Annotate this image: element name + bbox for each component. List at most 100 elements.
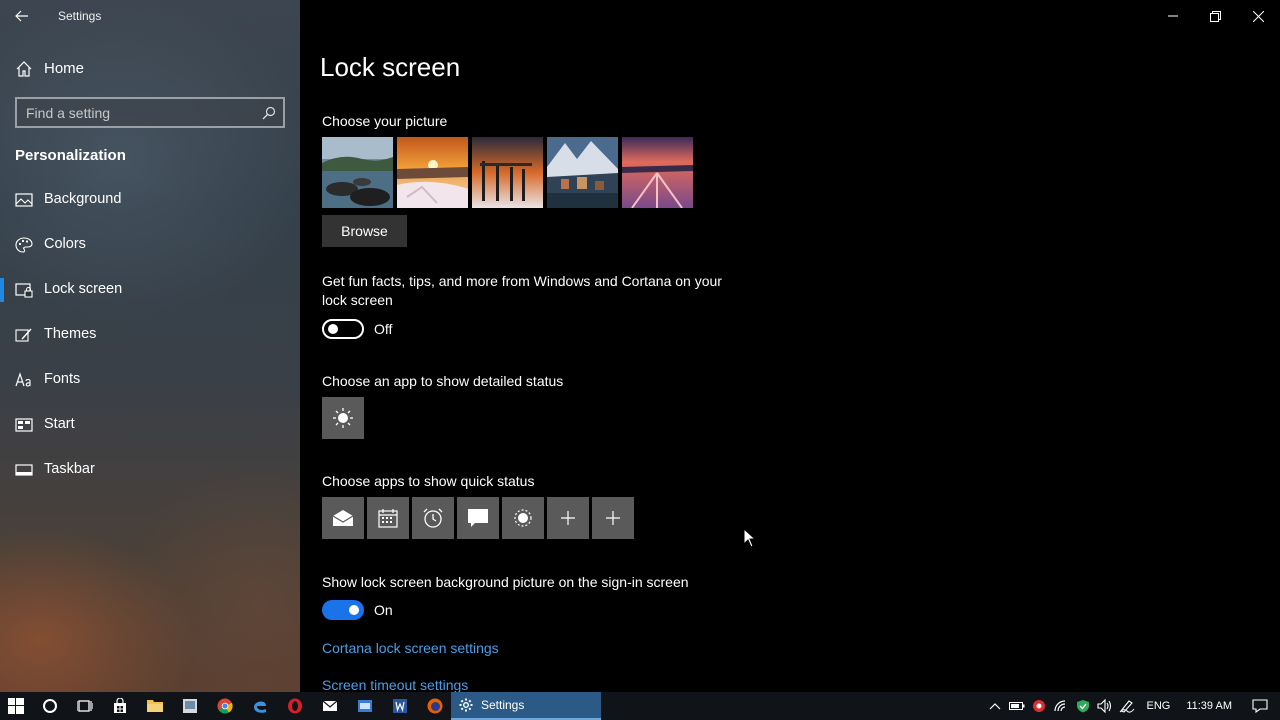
quick-status-message-button[interactable] <box>457 497 499 539</box>
input-language[interactable]: ENG <box>1138 700 1178 712</box>
close-button[interactable] <box>1237 0 1280 32</box>
cortana-icon <box>42 699 57 713</box>
palette-icon <box>15 237 33 253</box>
lock-screen-icon <box>15 283 33 298</box>
word-button[interactable] <box>382 692 417 720</box>
photos-app-button[interactable] <box>172 692 207 720</box>
chrome-button[interactable] <box>207 692 242 720</box>
sidebar-item-label: Start <box>44 416 75 432</box>
minimize-icon <box>1167 15 1178 17</box>
picture-thumbnail[interactable] <box>472 137 543 208</box>
screen-timeout-settings-link[interactable]: Screen timeout settings <box>322 677 468 692</box>
fun-facts-state: Off <box>374 321 393 337</box>
quick-status-weather-button[interactable] <box>502 497 544 539</box>
volume-button[interactable] <box>1094 692 1116 720</box>
taskbar-settings-label: Settings <box>481 698 525 712</box>
store-app-button[interactable] <box>102 692 137 720</box>
chrome-icon <box>217 698 233 714</box>
sidebar-item-label: Background <box>44 191 122 207</box>
back-button[interactable] <box>8 4 36 28</box>
picture-thumbnails <box>322 137 693 208</box>
wifi-button[interactable] <box>1050 692 1072 720</box>
security-app-icon <box>1033 700 1046 712</box>
search-box[interactable] <box>15 97 285 128</box>
sidebar-item-label: Taskbar <box>44 461 95 477</box>
task-view-icon <box>76 700 93 712</box>
opera-icon <box>287 698 302 714</box>
sidebar-item-home[interactable]: Home <box>0 52 300 84</box>
add-icon <box>606 511 620 525</box>
fun-facts-description: Get fun facts, tips, and more from Windo… <box>322 273 722 308</box>
quick-status-mail-button[interactable] <box>322 497 364 539</box>
choose-picture-label: Choose your picture <box>322 113 448 129</box>
detailed-status-app-button[interactable] <box>322 397 364 439</box>
mouse-cursor-icon <box>743 528 757 548</box>
pen-ink-button[interactable] <box>1116 692 1138 720</box>
sidebar-item-fonts[interactable]: Fonts <box>0 362 300 407</box>
notification-icon <box>1252 699 1268 713</box>
browse-button[interactable]: Browse <box>322 215 407 247</box>
mail-icon <box>322 700 337 711</box>
restore-button[interactable] <box>1194 0 1237 32</box>
font-icon <box>15 372 31 387</box>
sidebar-item-themes[interactable]: Themes <box>0 317 300 362</box>
quick-status-label: Choose apps to show quick status <box>322 473 535 489</box>
picture-thumbnail[interactable] <box>397 137 468 208</box>
quick-status-add-button[interactable] <box>592 497 634 539</box>
sidebar-item-taskbar[interactable]: Taskbar <box>0 452 300 497</box>
action-center-button[interactable] <box>1240 692 1280 720</box>
quick-status-alarm-button[interactable] <box>412 497 454 539</box>
opera-button[interactable] <box>277 692 312 720</box>
show-hidden-icons-button[interactable] <box>984 692 1006 720</box>
signin-background-state: On <box>374 602 393 618</box>
picture-thumbnail[interactable] <box>547 137 618 208</box>
picture-thumbnail[interactable] <box>322 137 393 208</box>
sidebar-item-label: Themes <box>44 326 97 342</box>
home-icon <box>16 61 32 77</box>
taskbar-settings-app[interactable]: Settings <box>451 692 601 720</box>
image-icon <box>15 193 33 207</box>
lake-rocks-image <box>322 137 393 208</box>
search-icon[interactable] <box>262 106 276 120</box>
search-input[interactable] <box>17 99 252 126</box>
start-icon <box>15 418 33 432</box>
sidebar-item-background[interactable]: Background <box>0 182 300 227</box>
add-icon <box>561 511 575 525</box>
brush-icon <box>15 328 32 342</box>
cortana-button[interactable] <box>32 692 67 720</box>
edge-button[interactable] <box>242 692 277 720</box>
signin-background-label: Show lock screen background picture on t… <box>322 574 689 590</box>
shield-icon <box>1077 700 1090 713</box>
sidebar-item-lock-screen[interactable]: Lock screen <box>0 272 300 317</box>
picture-thumbnail[interactable] <box>622 137 693 208</box>
sidebar-item-start[interactable]: Start <box>0 407 300 452</box>
firefox-button[interactable] <box>417 692 452 720</box>
start-button[interactable] <box>0 692 32 720</box>
fun-facts-toggle[interactable] <box>322 319 364 339</box>
back-arrow-icon <box>15 10 28 22</box>
clock[interactable]: 11:39 AM <box>1178 700 1240 712</box>
folder-icon <box>146 700 163 712</box>
weather-icon <box>514 509 532 527</box>
defender-button[interactable] <box>1072 692 1094 720</box>
tray-app-button[interactable] <box>1028 692 1050 720</box>
chevron-up-icon <box>990 703 1001 710</box>
calendar-icon <box>378 509 398 528</box>
app-button[interactable] <box>347 692 382 720</box>
cortana-lock-screen-settings-link[interactable]: Cortana lock screen settings <box>322 640 499 656</box>
quick-status-calendar-button[interactable] <box>367 497 409 539</box>
taskbar: Settings ENG 11:39 AM <box>0 692 1280 720</box>
file-explorer-button[interactable] <box>137 692 172 720</box>
quick-status-add-button[interactable] <box>547 497 589 539</box>
restore-icon <box>1210 10 1221 22</box>
signin-background-toggle[interactable] <box>322 600 364 620</box>
pier-sunset-image <box>472 137 543 208</box>
wifi-icon <box>1054 700 1066 712</box>
sidebar-item-colors[interactable]: Colors <box>0 227 300 272</box>
mail-app-button[interactable] <box>312 692 347 720</box>
quick-status-apps <box>322 497 634 539</box>
task-view-button[interactable] <box>67 692 102 720</box>
battery-button[interactable] <box>1006 692 1028 720</box>
word-icon <box>392 699 407 713</box>
minimize-button[interactable] <box>1151 0 1194 32</box>
